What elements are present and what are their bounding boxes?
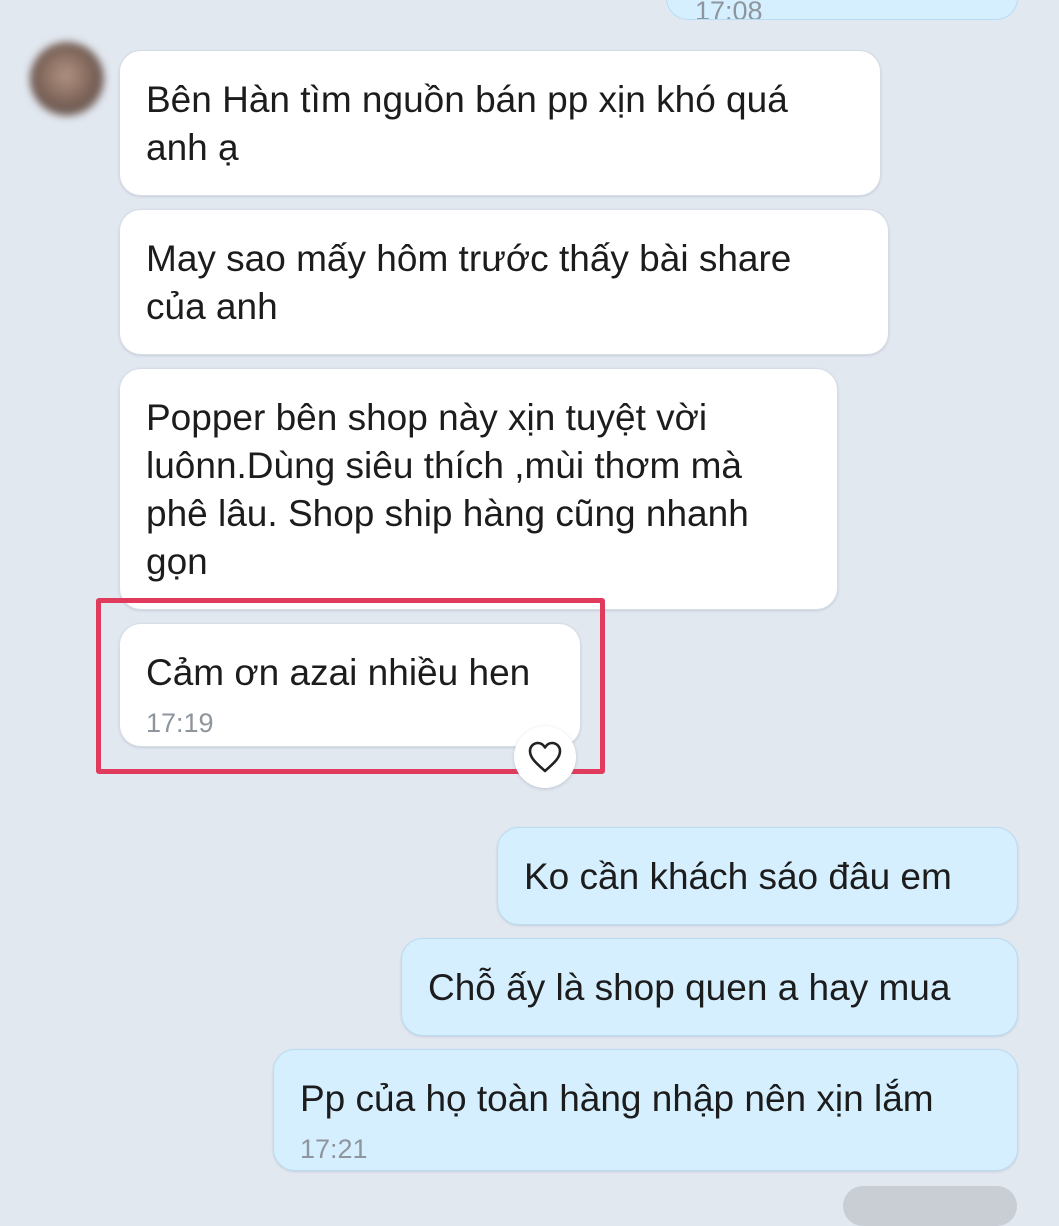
incoming-message-3[interactable]: Popper bên shop này xịn tuyệt vời luônn.… [119, 368, 838, 610]
outgoing-message-2[interactable]: Chỗ ấy là shop quen a hay mua [401, 938, 1018, 1036]
message-text: Ko cần khách sáo đâu em [524, 856, 952, 897]
message-time: 17:21 [300, 1134, 368, 1164]
heart-icon [528, 741, 562, 773]
next-message-bubble[interactable] [843, 1186, 1017, 1226]
message-text: Popper bên shop này xịn tuyệt vời luônn.… [146, 397, 749, 582]
outgoing-message-1[interactable]: Ko cần khách sáo đâu em [497, 827, 1018, 925]
previous-message-bubble[interactable]: 17:08 [666, 0, 1018, 20]
outgoing-message-3[interactable]: Pp của họ toàn hàng nhập nên xịn lắm 17:… [273, 1049, 1018, 1171]
message-time: 17:08 [695, 0, 763, 20]
reaction-button[interactable] [514, 726, 576, 788]
message-text: May sao mấy hôm trước thấy bài share của… [146, 238, 792, 327]
message-text: Bên Hàn tìm nguồn bán pp xịn khó quá anh… [146, 79, 788, 168]
message-text: Pp của họ toàn hàng nhập nên xịn lắm [300, 1078, 934, 1119]
incoming-message-1[interactable]: Bên Hàn tìm nguồn bán pp xịn khó quá anh… [119, 50, 881, 196]
message-text: Chỗ ấy là shop quen a hay mua [428, 967, 951, 1008]
incoming-message-2[interactable]: May sao mấy hôm trước thấy bài share của… [119, 209, 889, 355]
sender-avatar[interactable] [30, 42, 104, 116]
